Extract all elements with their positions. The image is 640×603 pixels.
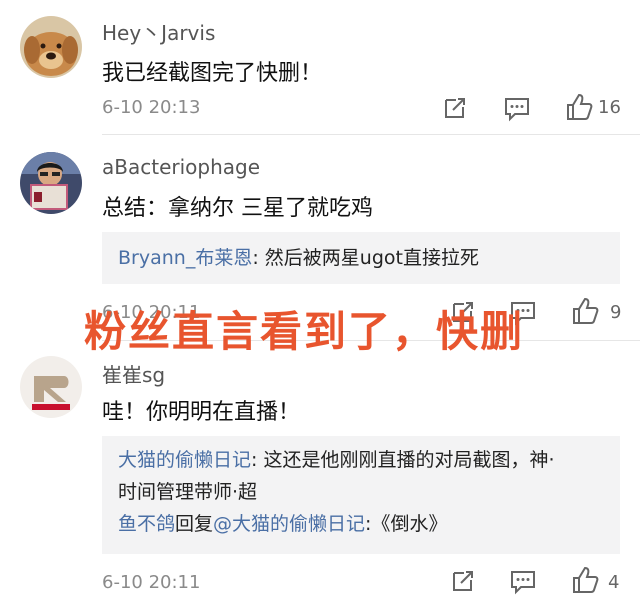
share-icon[interactable] xyxy=(448,566,478,596)
reply-line: 大猫的偷懒日记: 这还是他刚刚直播的对局截图，神· xyxy=(118,444,604,476)
reply-separator: : xyxy=(251,449,264,471)
timestamp: 6-10 20:11 xyxy=(102,572,201,593)
like-count: 4 xyxy=(608,572,620,593)
reply-box[interactable]: 大猫的偷懒日记: 这还是他刚刚直播的对局截图，神· 时间管理带师·超 鱼不鸽回复… xyxy=(102,436,620,554)
username[interactable]: 崔崔sg xyxy=(102,359,165,388)
reply-line-continued: 时间管理带师·超 xyxy=(118,481,258,503)
reply-mention[interactable]: @大猫的偷懒日记 xyxy=(213,513,365,535)
overlay-caption: 粉丝直言看到了，快删 xyxy=(84,307,525,356)
reply-text: 这还是他刚刚直播的对局截图，神· xyxy=(263,449,555,471)
reply-text: 《倒水》 xyxy=(371,513,448,535)
reply-username[interactable]: 大猫的偷懒日记 xyxy=(118,449,251,471)
avatar[interactable] xyxy=(20,356,82,418)
comment-text: 哇！你明明在直播！ xyxy=(102,400,301,425)
reply-username[interactable]: 鱼不鸽 xyxy=(118,513,175,535)
like-icon[interactable] xyxy=(570,565,600,595)
reply-keyword: 回复 xyxy=(175,513,214,535)
reply-line: 鱼不鸽回复@大猫的偷懒日记:《倒水》 xyxy=(118,508,604,540)
comment-icon[interactable] xyxy=(508,566,538,596)
rng-logo-avatar-icon xyxy=(20,356,82,418)
